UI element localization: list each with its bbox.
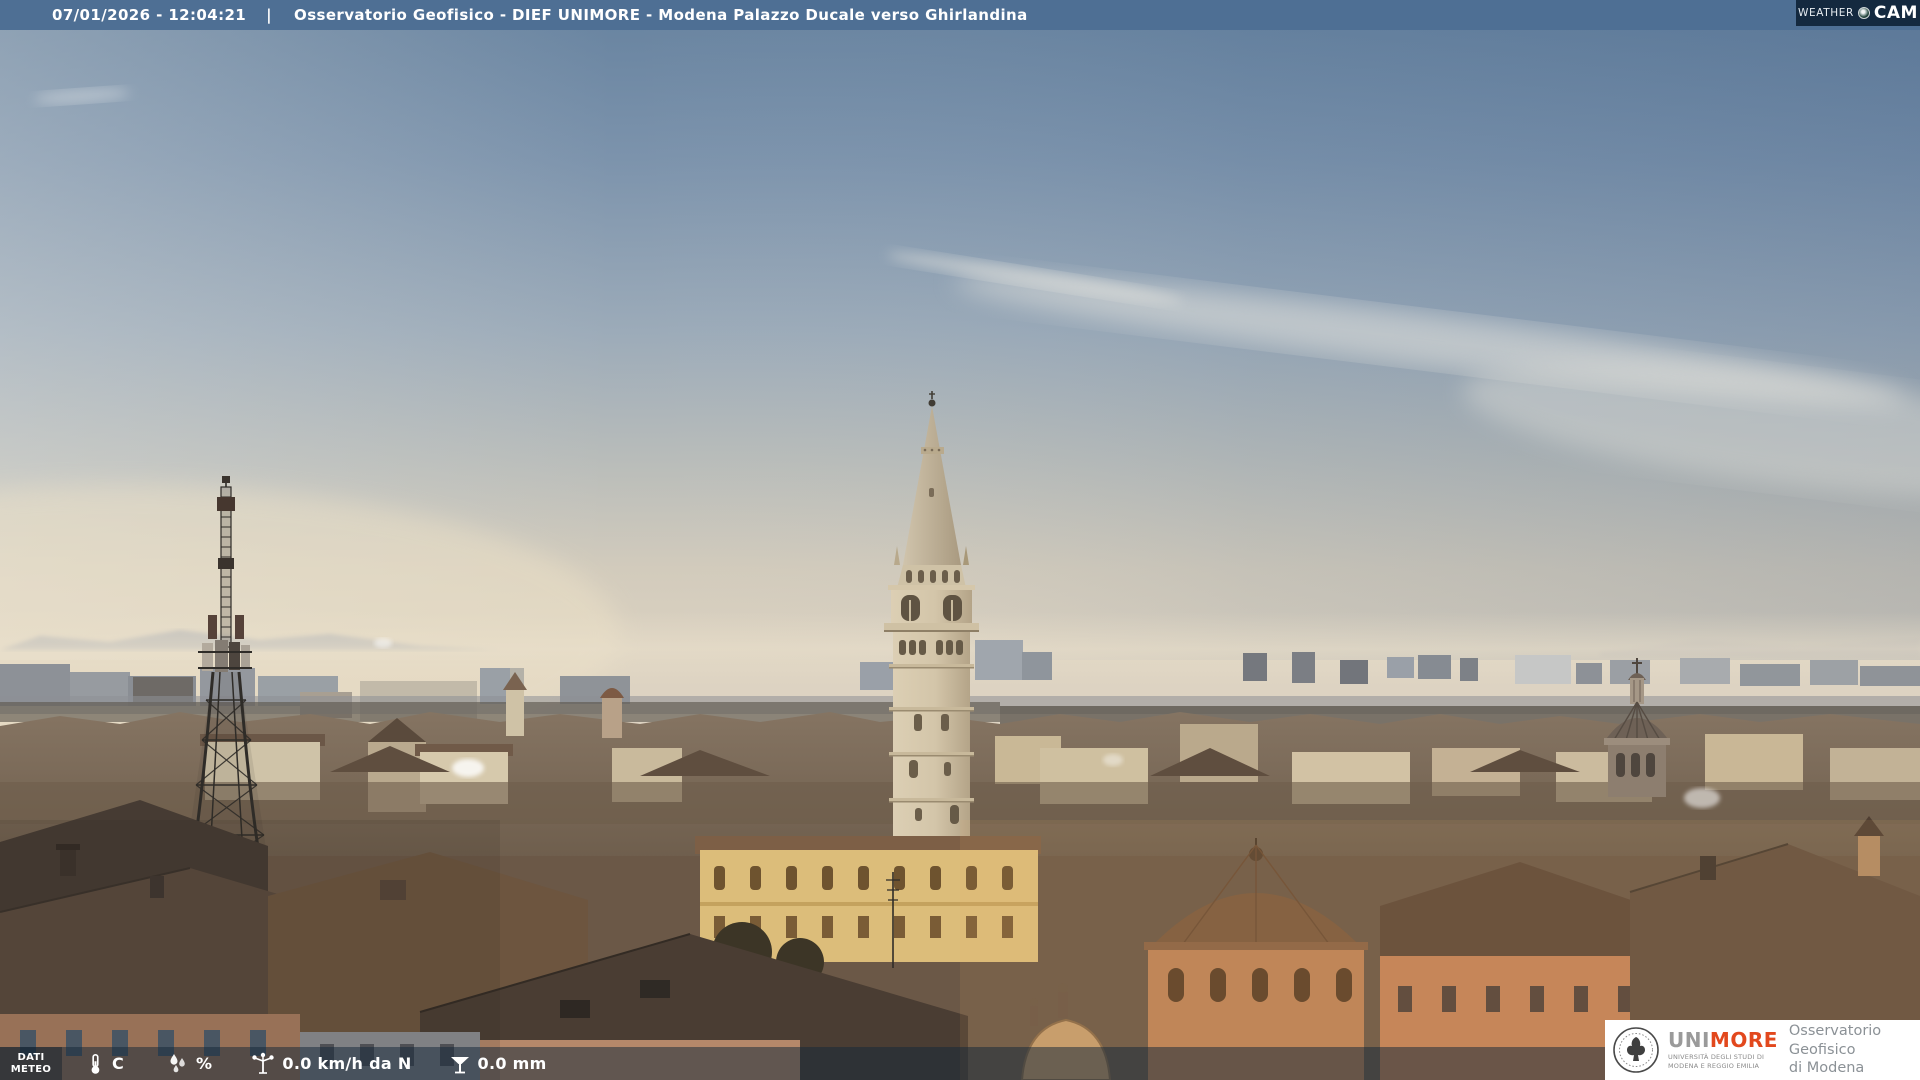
weathercam-logo: WEATHER CAM [1796,0,1920,26]
small-dome-tower [600,688,624,738]
weathercam-lens-icon [1857,7,1870,19]
webcam-photo [0,0,1920,1080]
weathercam-cam: CAM [1873,3,1918,23]
temperature-readout: C [84,1052,124,1076]
anemometer-icon [252,1052,275,1074]
meteo-data-label: DATI METEO [0,1047,62,1080]
unimore-logo-plate: UNIMORE UNIVERSITÀ DEGLI STUDI DI MODENA… [1605,1020,1920,1080]
datetime-text: 07/01/2026 - 12:04:21 [52,6,247,24]
unimore-crest-logo [1613,1027,1659,1073]
wind-readout: 0.0 km/h da N [250,1052,411,1076]
rain-readout: 0.0 mm [448,1052,547,1076]
camera-title: Osservatorio Geofisico - DIEF UNIMORE - … [294,6,1028,24]
weathercam-word: WEATHER [1798,7,1854,19]
unimore-wordmark: UNIMORE UNIVERSITÀ DEGLI STUDI DI MODENA… [1668,1028,1778,1070]
webcam-page: 07/01/2026 - 12:04:21 | Osservatorio Geo… [0,0,1920,1080]
thermometer-icon [91,1053,100,1074]
separator: | [266,6,273,24]
humidity-readout: % [166,1052,212,1076]
rain-gauge-icon [450,1056,469,1073]
observatory-name: Osservatorio Geofisico di Modena [1788,1022,1882,1077]
humidity-drops-icon [170,1053,185,1072]
top-info-bar: 07/01/2026 - 12:04:21 | Osservatorio Geo… [0,0,1920,30]
